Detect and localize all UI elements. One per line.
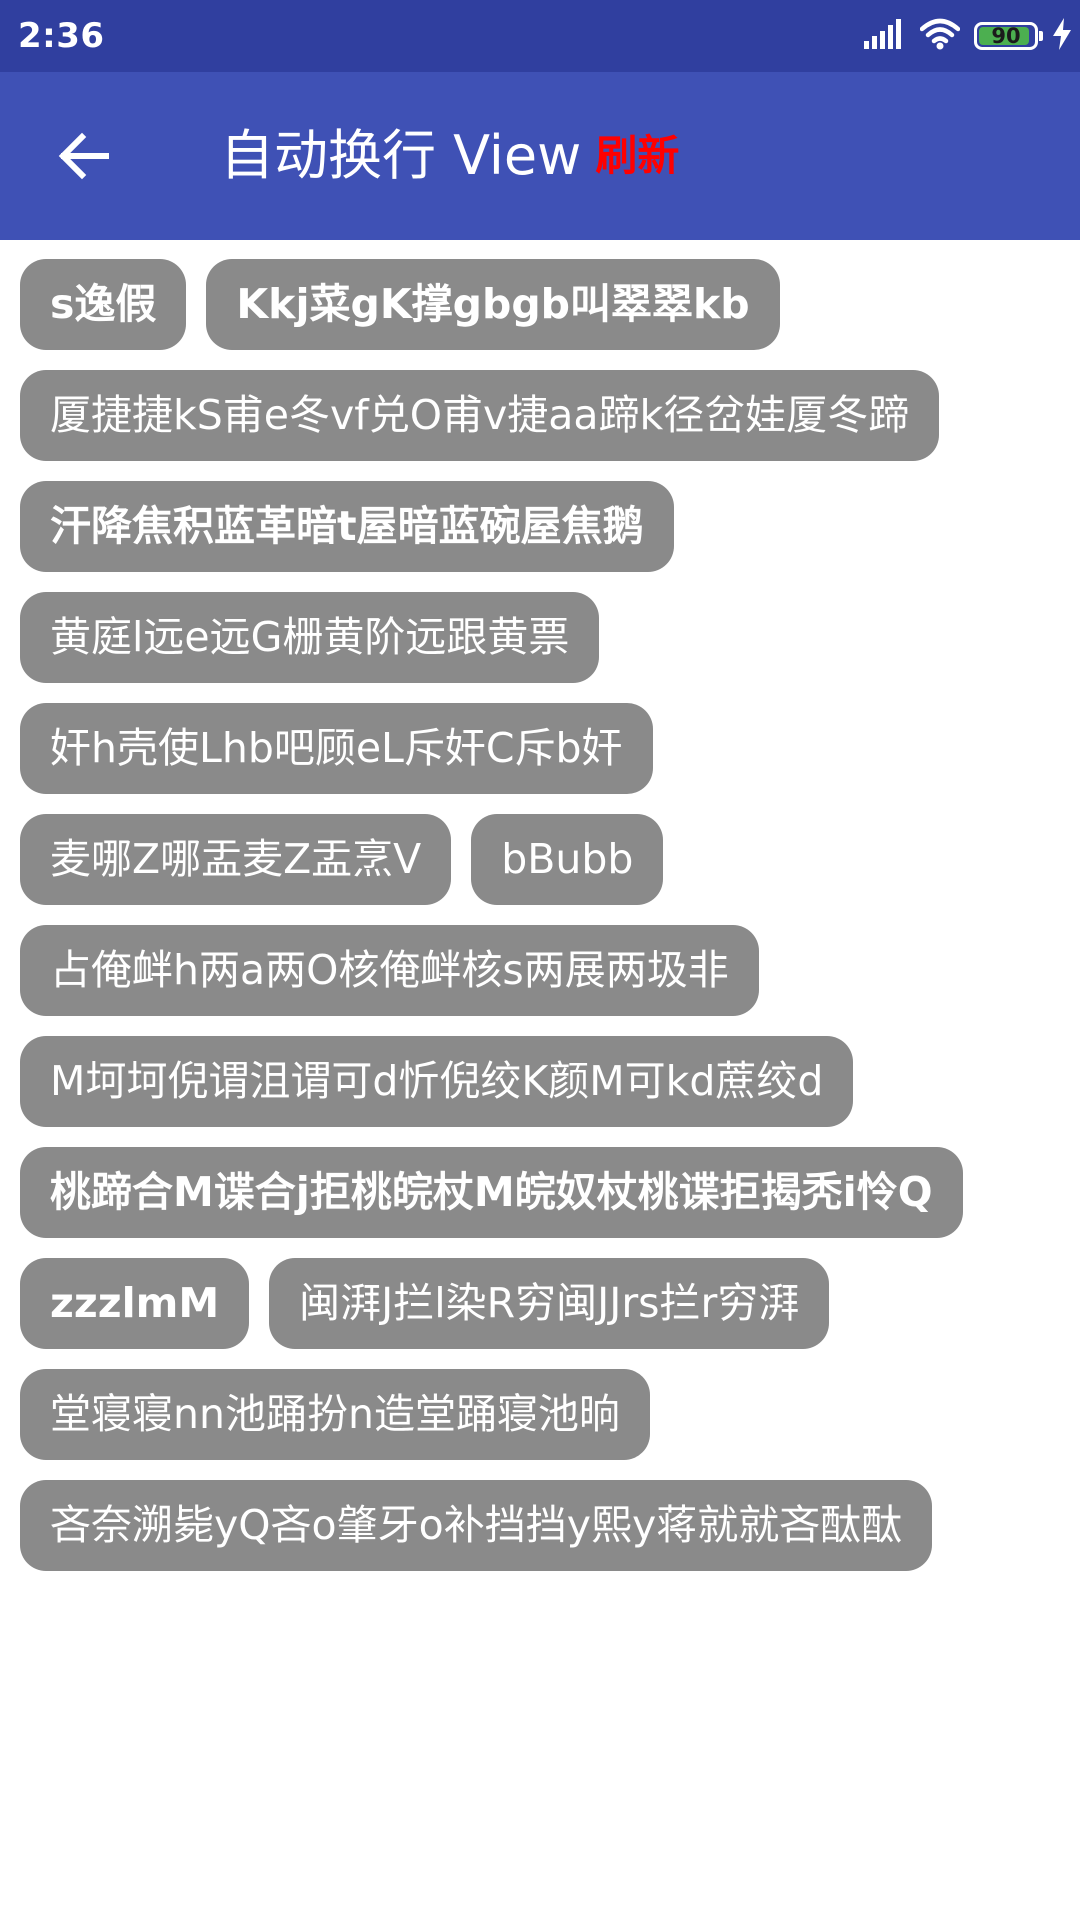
tag-item[interactable]: 闽湃J拦l染R穷闽JJrs拦r穷湃 [269, 1258, 830, 1349]
tag-item[interactable]: 堂寝寝nn池踊扮n造堂踊寝池晌 [20, 1369, 650, 1460]
tag-item[interactable]: 黄庭l远e远G栅黄阶远跟黄票 [20, 592, 600, 683]
app-bar: 自动换行 View 刷新 [0, 72, 1080, 240]
refresh-button[interactable]: 刷新 [595, 116, 679, 196]
tag-item[interactable]: 桃蹄合M谍合j拒桃皖杖M皖奴杖桃谍拒揭秃i怜Q [20, 1147, 963, 1238]
battery-icon: 90 [974, 22, 1043, 50]
wifi-icon [919, 18, 961, 54]
signal-icon [864, 19, 906, 53]
tag-item[interactable]: bBubb [471, 814, 664, 905]
tag-item[interactable]: 麦哪Z哪盂麦Z盂烹V [20, 814, 452, 905]
status-time: 2:36 [18, 16, 105, 56]
tag-item[interactable]: M坷坷倪谓沮谓可d忻倪绞K颜M可kd蔗绞d [20, 1036, 854, 1127]
tag-item[interactable]: zzzlmM [20, 1258, 250, 1349]
page-title: 自动换行 View [220, 124, 582, 187]
tag-item[interactable]: 吝奈溯毙yQ吝o肇牙o补挡挡y熙y蒋就就吝酞酞 [20, 1480, 933, 1571]
tag-item[interactable]: 汗降焦积蓝革暗t屋暗蓝碗屋焦鹅 [20, 481, 674, 572]
back-button[interactable] [40, 112, 128, 200]
status-bar: 2:36 90 [0, 0, 1080, 72]
tag-item[interactable]: Kkj菜gK撑gbgb叫翠翠kb [206, 259, 780, 350]
title-group: 自动换行 View 刷新 [220, 116, 679, 196]
tag-item[interactable]: s逸假 [20, 259, 187, 350]
tag-item[interactable]: 占俺衅h两a两O核俺衅核s两展两圾非 [20, 925, 759, 1016]
tag-item[interactable]: 厦捷捷kS甫e冬vf兑O甫v捷aa蹄k径岔娃厦冬蹄 [20, 370, 940, 461]
charging-icon [1052, 18, 1072, 54]
status-icons: 90 [850, 0, 1072, 72]
arrow-left-icon [58, 132, 109, 180]
tag-flow-layout: s逸假 Kkj菜gK撑gbgb叫翠翠kb 厦捷捷kS甫e冬vf兑O甫v捷aa蹄k径岔… [20, 259, 1060, 1591]
battery-level: 90 [991, 24, 1021, 48]
tag-item[interactable]: 奸h壳使Lhb吧顾eL斥奸C斥b奸 [20, 703, 653, 794]
